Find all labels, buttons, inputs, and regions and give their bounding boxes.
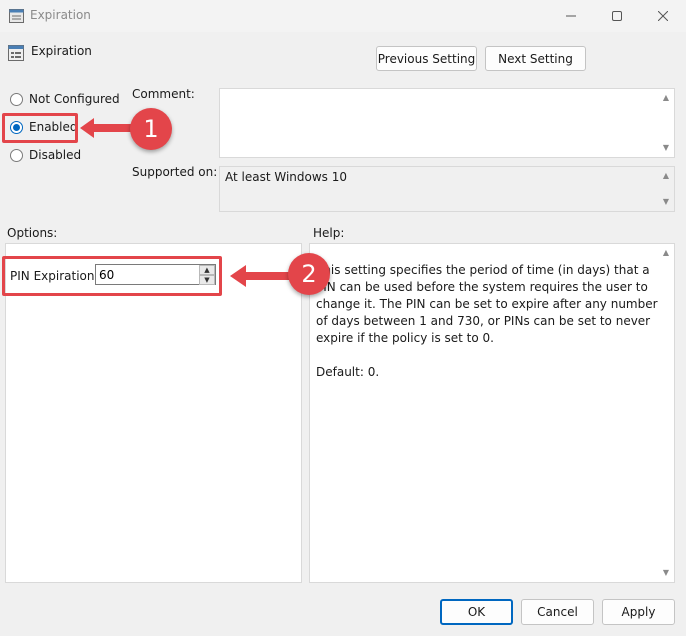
scroll-down-icon[interactable]: ▼ [661,197,671,207]
radio-circle[interactable] [10,92,23,106]
options-label: Options: [7,226,58,240]
annotation-highlight-pin [2,256,222,296]
annotation-step-2: 2 [288,253,330,295]
policy-app-icon [9,9,24,23]
help-paragraph: This setting specifies the period of tim… [316,263,658,345]
policy-title: Expiration [31,44,92,58]
annotation-arrow-1 [80,118,136,138]
radio-disabled[interactable]: Disabled [10,148,81,162]
radio-label: Not Configured [29,92,120,106]
help-text: This setting specifies the period of tim… [316,262,661,398]
radio-circle[interactable] [10,148,23,162]
comment-label: Comment: [132,87,195,101]
supported-on-label: Supported on: [132,165,218,179]
next-setting-button[interactable]: Next Setting [485,46,586,71]
scroll-down-icon[interactable]: ▼ [661,568,671,578]
window-title: Expiration [30,8,91,22]
cancel-button[interactable]: Cancel [521,599,594,625]
scroll-up-icon[interactable]: ▲ [661,171,671,181]
help-label: Help: [313,226,345,240]
minimize-button[interactable] [548,0,594,32]
policy-setting-icon [8,45,24,61]
apply-button[interactable]: Apply [602,599,675,625]
ok-button[interactable]: OK [440,599,513,625]
annotation-arrow-2 [230,265,294,287]
scroll-up-icon[interactable]: ▲ [661,93,671,103]
supported-on-value: At least Windows 10 [225,170,348,184]
maximize-button[interactable] [594,0,640,32]
minimize-icon [566,15,576,17]
radio-label: Disabled [29,148,82,162]
annotation-step-1: 1 [130,108,172,150]
previous-setting-button[interactable]: Previous Setting [376,46,477,71]
scroll-down-icon[interactable]: ▼ [661,143,671,153]
close-button[interactable] [640,0,686,32]
maximize-icon [612,11,622,21]
help-default: Default: 0. [316,365,380,379]
close-icon [658,11,668,21]
scroll-up-icon[interactable]: ▲ [661,248,671,258]
annotation-highlight-enabled [2,113,78,143]
radio-not-configured[interactable]: Not Configured [10,92,120,106]
comment-textarea[interactable]: ▲ ▼ [219,88,675,158]
